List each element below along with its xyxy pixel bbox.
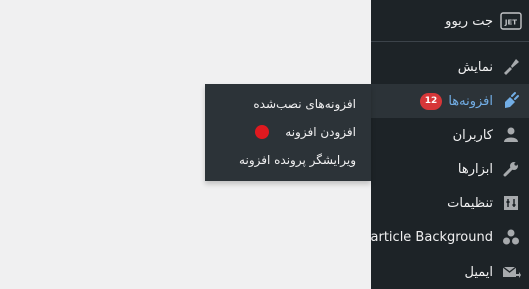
sidebar-item-label: نمایش xyxy=(457,59,493,75)
settings-sliders-icon xyxy=(493,186,529,220)
sidebar-item-label: ایمیل xyxy=(464,264,493,280)
sidebar-item-plugins[interactable]: افزونه‌ها 12 xyxy=(371,84,529,118)
sidebar-item-jet-reviews[interactable]: JET جت ریوو xyxy=(371,4,529,38)
sidebar-item-appearance[interactable]: نمایش xyxy=(371,50,529,84)
particles-icon xyxy=(493,220,529,254)
sidebar-item-label: Particle Background xyxy=(363,229,493,245)
submenu-item-label: ویرایشگر پرونده افزونه xyxy=(239,153,356,167)
wrench-icon xyxy=(493,152,529,186)
email-icon xyxy=(493,255,529,289)
sidebar-item-label: ابزارها xyxy=(457,161,493,177)
update-count-badge: 12 xyxy=(419,92,443,110)
submenu-item-label: افزودن افزونه xyxy=(285,125,356,139)
sidebar-item-label: جت ریوو xyxy=(445,13,493,29)
admin-sidebar: JET جت ریوو نمایش افزونه‌ها 12 xyxy=(363,0,529,289)
jet-logo-icon: JET xyxy=(493,4,529,38)
sidebar-item-label: کاربران xyxy=(452,127,493,143)
sidebar-separator xyxy=(371,41,529,42)
users-icon xyxy=(493,118,529,152)
submenu-item-add-plugin[interactable]: افزودن افزونه xyxy=(205,119,371,145)
sidebar-item-users[interactable]: کاربران xyxy=(371,118,529,152)
red-dot-icon xyxy=(255,125,270,139)
svg-text:JET: JET xyxy=(504,19,517,27)
sidebar-item-particle-background[interactable]: Particle Background xyxy=(363,220,529,254)
submenu-item-plugin-file-editor[interactable]: ویرایشگر پرونده افزونه xyxy=(205,147,371,173)
sidebar-item-label: افزونه‌ها xyxy=(448,93,493,109)
submenu-item-installed-plugins[interactable]: افزونه‌های نصب‌شده xyxy=(205,91,371,117)
sidebar-item-tools[interactable]: ابزارها xyxy=(371,152,529,186)
appearance-brush-icon xyxy=(493,50,529,84)
submenu-item-label: افزونه‌های نصب‌شده xyxy=(253,97,356,111)
plugins-flyout-submenu: افزونه‌های نصب‌شده افزودن افزونه ویرایشگ… xyxy=(205,84,371,181)
sidebar-item-label: تنظیمات xyxy=(447,195,493,211)
sidebar-item-settings[interactable]: تنظیمات xyxy=(371,186,529,220)
plugins-icon xyxy=(493,84,529,118)
sidebar-item-email[interactable]: ایمیل xyxy=(371,255,529,289)
